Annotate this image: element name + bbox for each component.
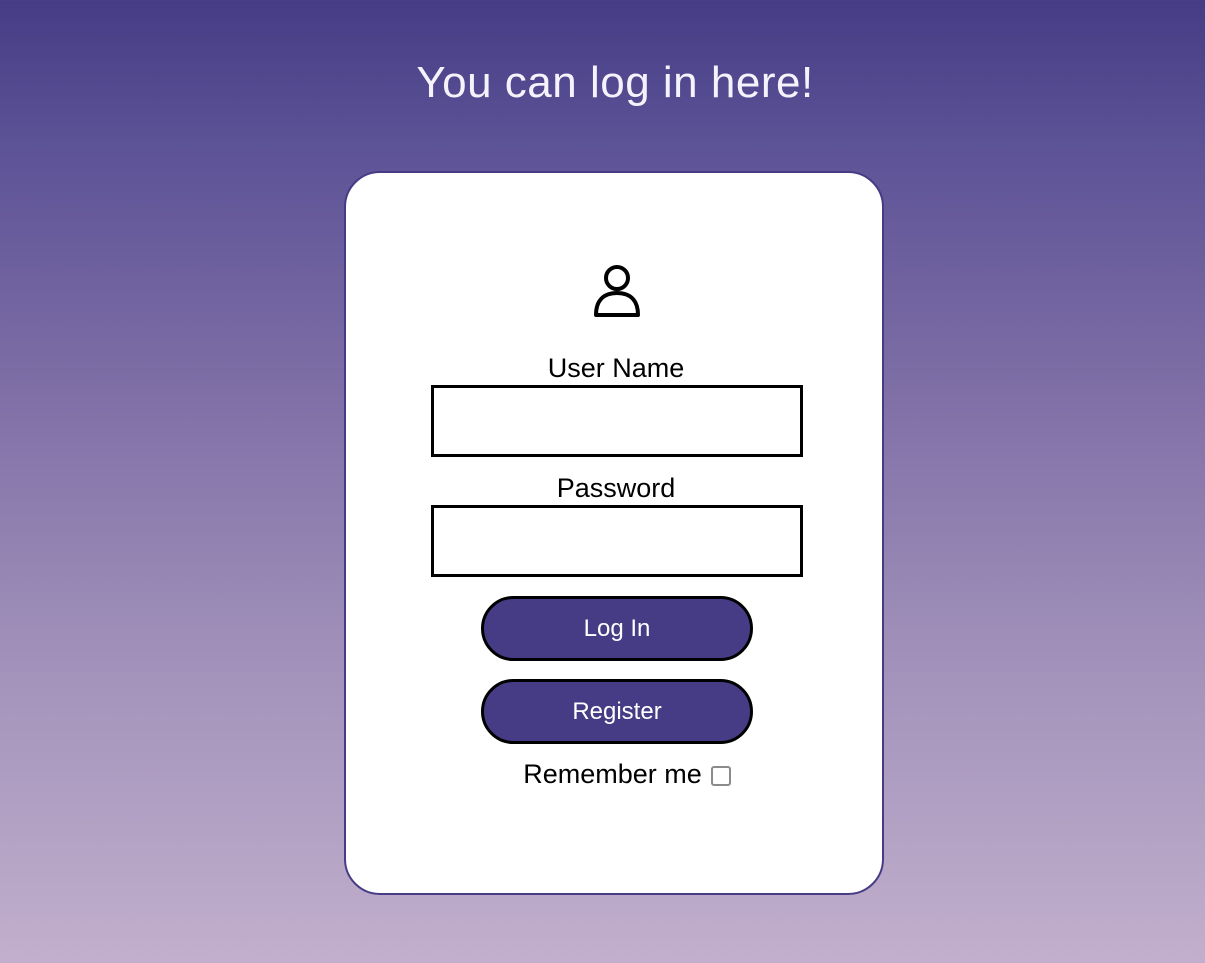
remember-me-label: Remember me — [523, 759, 702, 789]
page-title: You can log in here! — [416, 58, 814, 107]
user-icon — [591, 262, 645, 320]
register-button[interactable]: Register — [481, 679, 753, 744]
username-input[interactable] — [431, 385, 803, 457]
password-label: Password — [556, 473, 676, 503]
login-button[interactable]: Log In — [481, 596, 753, 661]
remember-me-checkbox[interactable] — [710, 765, 731, 786]
password-input[interactable] — [431, 505, 803, 577]
username-label: User Name — [547, 353, 685, 383]
login-card: User Name Password Log In Register Remem… — [344, 171, 884, 895]
remember-me-row: Remember me — [346, 759, 886, 790]
